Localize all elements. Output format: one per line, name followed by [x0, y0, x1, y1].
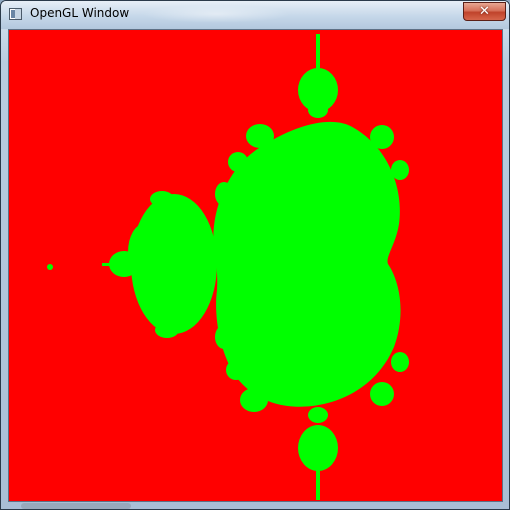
left-antenna — [102, 263, 122, 266]
top-connector — [308, 102, 328, 118]
lower-left-small-bulb — [226, 360, 246, 380]
close-icon: ✕ — [479, 4, 490, 19]
mandelbrot-set — [47, 34, 409, 500]
upper-right-bulb — [370, 125, 394, 149]
status-blur — [21, 503, 131, 509]
left-bulb-top-tuft — [150, 191, 174, 207]
title-bar[interactable]: OpenGL Window ✕ — [1, 1, 509, 29]
close-button[interactable]: ✕ — [463, 2, 506, 21]
bottom-antenna — [316, 462, 320, 500]
left-hip-bulb — [215, 325, 233, 349]
left-shoulder-bulb — [215, 182, 233, 206]
left-bulb-bottom-tuft — [155, 322, 179, 338]
lower-right-bulb — [370, 382, 394, 406]
bottom-connector — [308, 407, 328, 423]
lower-right-small-bulb — [391, 352, 409, 372]
lower-left-bulb — [240, 388, 268, 412]
mandelbrot-render — [47, 34, 409, 500]
opengl-canvas[interactable] — [8, 29, 503, 502]
upper-left-bulb — [246, 124, 274, 148]
opengl-window: OpenGL Window ✕ — [0, 0, 510, 510]
top-antenna — [316, 34, 320, 74]
upper-right-small-bulb — [391, 160, 409, 180]
window-app-icon[interactable] — [9, 8, 22, 20]
title-bar-glass — [141, 5, 291, 23]
window-title: OpenGL Window — [30, 6, 130, 20]
mini-mandelbrot — [47, 264, 53, 270]
upper-left-small-bulb — [228, 152, 248, 172]
